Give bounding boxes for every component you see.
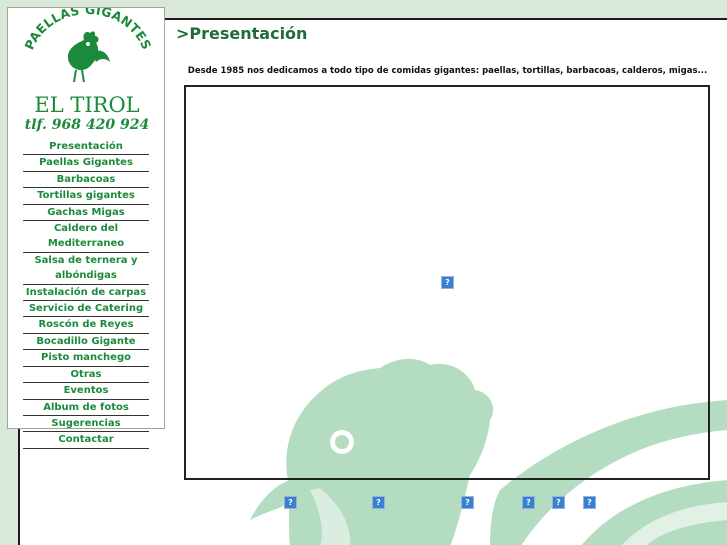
nav-item-servicio-catering[interactable]: Servicio de Catering xyxy=(23,301,149,318)
nav-item-contactar[interactable]: Contactar xyxy=(23,432,149,449)
sidebar: PAELLAS GIGANTES EL TIROL tlf. 968 420 9… xyxy=(7,7,166,449)
nav-item-otras[interactable]: Otras xyxy=(23,367,149,384)
logo-brand: EL TIROL xyxy=(34,93,139,117)
logo-phone: tlf. 968 420 924 xyxy=(25,117,149,133)
nav-item-sugerencias[interactable]: Sugerencias xyxy=(23,416,149,433)
nav-item-gachas-migas[interactable]: Gachas Migas xyxy=(23,205,149,222)
nav-item-roscon-reyes[interactable]: Roscón de Reyes xyxy=(23,317,149,334)
nav-item-instalacion-carpas[interactable]: Instalación de carpas xyxy=(23,285,149,302)
broken-image-icon[interactable] xyxy=(552,496,565,509)
nav-item-bocadillo-gigante[interactable]: Bocadillo Gigante xyxy=(23,334,149,351)
logo[interactable]: PAELLAS GIGANTES EL TIROL tlf. 968 420 9… xyxy=(8,8,166,138)
rooster-icon xyxy=(67,31,110,83)
broken-image-icon[interactable] xyxy=(522,496,535,509)
nav-item-album-fotos[interactable]: Album de fotos xyxy=(23,400,149,416)
nav-item-pisto-manchego[interactable]: Pisto manchego xyxy=(23,350,149,367)
nav-item-paellas-gigantes[interactable]: Paellas Gigantes xyxy=(23,155,149,172)
nav-item-presentacion[interactable]: Presentación xyxy=(23,139,149,156)
intro-text: Desde 1985 nos dedicamos a todo tipo de … xyxy=(187,66,708,76)
nav-item-salsa-ternera[interactable]: Salsa de ternera y albóndigas xyxy=(23,253,149,285)
main-nav: Presentación Paellas Gigantes Barbacoas … xyxy=(23,139,149,449)
broken-image-icon[interactable] xyxy=(284,496,297,509)
broken-image-icon[interactable] xyxy=(372,496,385,509)
nav-item-barbacoas[interactable]: Barbacoas xyxy=(23,172,149,189)
nav-item-tortillas-gigantes[interactable]: Tortillas gigantes xyxy=(23,188,149,205)
page-title: >Presentación xyxy=(176,24,308,43)
nav-item-eventos[interactable]: Eventos xyxy=(23,383,149,400)
broken-image-icon[interactable] xyxy=(441,276,454,289)
broken-image-icon[interactable] xyxy=(583,496,596,509)
broken-image-icon[interactable] xyxy=(461,496,474,509)
nav-item-caldero-mediterraneo[interactable]: Caldero del Mediterraneo xyxy=(23,221,149,253)
